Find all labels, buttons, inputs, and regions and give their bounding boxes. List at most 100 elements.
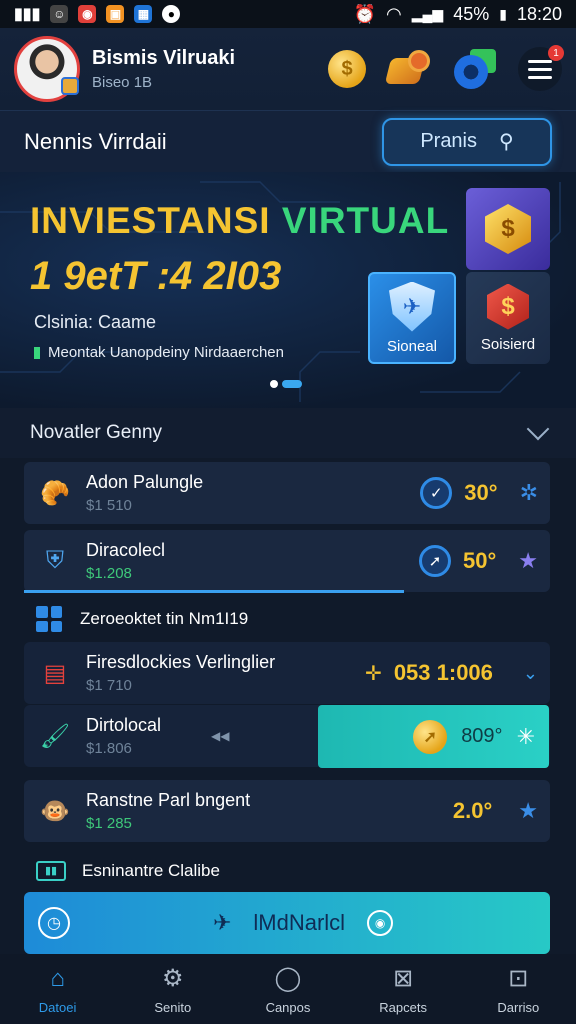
notification-icons: ▮▮▮ ☺ ◉ ▣ ▦ ● bbox=[14, 4, 181, 24]
inbox-icon: ⊡ bbox=[508, 965, 529, 992]
carousel-dot-active[interactable] bbox=[282, 380, 302, 388]
bullet-marker bbox=[34, 346, 40, 359]
shield-plant-icon: ⛨ bbox=[46, 547, 64, 574]
menu-icon bbox=[528, 59, 552, 63]
chevron-down-icon[interactable]: ⌄ bbox=[523, 663, 538, 684]
item-value: 809° bbox=[461, 725, 503, 747]
info-icon: ◉ bbox=[367, 910, 394, 936]
main-action-button[interactable]: ◷ ✈ lMdNarlcl ◉ bbox=[24, 892, 550, 954]
shield-icon: ✈ bbox=[389, 281, 435, 332]
nav-label: Senito bbox=[154, 999, 192, 1015]
battery-level: 45% bbox=[453, 3, 490, 24]
gold-gem-tile[interactable]: $ bbox=[466, 188, 550, 270]
header-actions: $ 1 bbox=[328, 45, 564, 91]
app-icon-5: ● bbox=[162, 5, 181, 23]
search-icon: ⚲ bbox=[499, 131, 514, 153]
section-header[interactable]: Novatler Genny bbox=[0, 408, 576, 458]
item-value: 053 1:006 bbox=[393, 660, 493, 685]
close-box-icon: ⊠ bbox=[393, 965, 414, 992]
timer-icon: ◷ bbox=[38, 907, 70, 939]
sparkle-icon[interactable]: ✳ bbox=[517, 724, 535, 750]
chat-icon: ◯ bbox=[274, 965, 302, 992]
shield-tile-label: Sioneal bbox=[386, 337, 438, 355]
status-bar: ▮▮▮ ☺ ◉ ▣ ▦ ● ⏰ ◠ ▂▄▆ 45% ▮ 18:20 bbox=[0, 0, 576, 28]
red-tile-label: Soisierd bbox=[480, 335, 536, 353]
sparkle-icon[interactable]: ✲ bbox=[520, 480, 538, 506]
gold-horn-icon: 🥐 bbox=[40, 479, 70, 507]
avatar-badge-icon bbox=[61, 77, 79, 95]
app-icon-3: ▣ bbox=[106, 5, 125, 23]
nav-label: Datoei bbox=[38, 999, 77, 1015]
nav-item-reports[interactable]: ⊠ Rapcets bbox=[353, 964, 453, 1015]
app-icon-2: ◉ bbox=[78, 5, 97, 23]
page-title: Nennis Virrdaii bbox=[24, 128, 167, 154]
menu-button[interactable]: 1 bbox=[518, 45, 564, 91]
item-price: $1 710 bbox=[86, 677, 132, 694]
nav-item-settings[interactable]: ⚙ Senito bbox=[123, 964, 223, 1015]
star-icon[interactable]: ★ bbox=[518, 798, 538, 824]
gear-icon: ⚙ bbox=[162, 965, 184, 992]
wallet-icon[interactable] bbox=[384, 50, 430, 88]
banner-subtitle: Clsinia: Caame bbox=[34, 312, 157, 332]
check-circle-icon: ✓ bbox=[420, 477, 453, 509]
carousel-dot[interactable] bbox=[270, 380, 278, 388]
send-icon: ✈ bbox=[212, 910, 232, 935]
nav-label: Canpos bbox=[265, 999, 311, 1015]
item-value: 50° bbox=[462, 548, 497, 573]
user-info: Bismis Vilruaki Biseo 1B bbox=[92, 47, 235, 91]
list-item[interactable]: ⛨ Diracolecl $1.208 ➚ 50° ★ bbox=[24, 530, 550, 592]
banner-number: 1 9etT :4 2I03 bbox=[30, 254, 282, 298]
chevron-down-icon[interactable] bbox=[526, 417, 550, 441]
plus-sparkle-icon: ✛ bbox=[365, 662, 382, 685]
nav-item-inbox[interactable]: ⊡ Darriso bbox=[468, 964, 568, 1015]
item-price: $1.208 bbox=[86, 565, 132, 582]
signal-bars-icon: ▮▮▮ bbox=[14, 6, 41, 23]
action-label: lMdNarlcl bbox=[253, 910, 346, 935]
progress-bar bbox=[24, 590, 404, 593]
app-header: Bismis Vilruaki Biseo 1B $ 1 bbox=[0, 28, 576, 110]
list-item[interactable]: ▤ Firesdlockies Verlinglier $1 710 ✛ 053… bbox=[24, 642, 550, 704]
coin-icon[interactable]: $ bbox=[328, 50, 366, 88]
title-bar: Nennis Virrdaii Pranis ⚲ bbox=[0, 110, 576, 172]
rewind-icon: ◀◀ bbox=[211, 729, 230, 743]
bottom-nav: ⌂ Datoei ⚙ Senito ◯ Canpos ⊠ Rapcets ⊡ D… bbox=[0, 954, 576, 1024]
item-name: Dirtolocal bbox=[86, 715, 162, 735]
list-item[interactable]: 🥐 Adon Palungle $1 510 ✓ 30° ✲ bbox=[24, 462, 550, 524]
app-icon-1: ☺ bbox=[50, 5, 69, 23]
category-row[interactable]: Zeroeoktet tin Nm1I19 bbox=[24, 594, 550, 644]
list-item[interactable]: 🐵 Ranstne Parl bngent $1 285 2.0° ★ bbox=[24, 780, 550, 842]
item-name: Adon Palungle bbox=[86, 472, 204, 492]
alarm-icon: ⏰ bbox=[353, 3, 377, 24]
nav-label: Darriso bbox=[497, 999, 540, 1015]
item-price: $1 285 bbox=[86, 815, 132, 832]
banner-title: INVIESTANSI VIRTUAL bbox=[30, 200, 450, 241]
wifi-icon: ◠ bbox=[386, 3, 402, 24]
star-icon[interactable]: ★ bbox=[518, 548, 538, 574]
shield-tile[interactable]: ✈ Sioneal bbox=[368, 272, 456, 364]
item-name: Ranstne Parl bngent bbox=[86, 790, 251, 810]
brush-icon: 🖌 bbox=[39, 722, 71, 750]
search-button[interactable]: Pranis ⚲ bbox=[382, 117, 552, 166]
category-row[interactable]: ▮▮ Esninantre Clalibe bbox=[24, 846, 550, 896]
category-title: Esninantre Clalibe bbox=[82, 861, 220, 880]
clock: 18:20 bbox=[516, 3, 562, 24]
document-icon: ▤ bbox=[43, 659, 67, 687]
notification-badge: 1 bbox=[548, 45, 564, 61]
item-price: $1 510 bbox=[86, 497, 132, 514]
nav-label: Rapcets bbox=[379, 999, 427, 1015]
nav-item-chat[interactable]: ◯ Canpos bbox=[238, 964, 338, 1015]
red-gem-tile[interactable]: $ Soisierd bbox=[466, 272, 550, 364]
carousel-dots[interactable] bbox=[270, 380, 302, 388]
category-title: Zeroeoktet tin Nm1I19 bbox=[80, 609, 249, 628]
avatar[interactable] bbox=[14, 36, 80, 102]
nav-item-home[interactable]: ⌂ Datoei bbox=[8, 964, 108, 1015]
compass-coin-icon: ➚ bbox=[413, 719, 448, 754]
item-value: 30° bbox=[464, 480, 498, 505]
portfolio-icon[interactable] bbox=[452, 49, 496, 89]
highlight-panel[interactable]: ➚ 809° ✳ bbox=[318, 705, 549, 768]
grid-icon bbox=[36, 606, 62, 632]
home-icon: ⌂ bbox=[50, 964, 65, 992]
item-price: $1.806 bbox=[86, 740, 132, 757]
battery-icon: ▮ bbox=[499, 5, 507, 22]
cell-signal-icon: ▂▄▆ bbox=[411, 5, 444, 22]
